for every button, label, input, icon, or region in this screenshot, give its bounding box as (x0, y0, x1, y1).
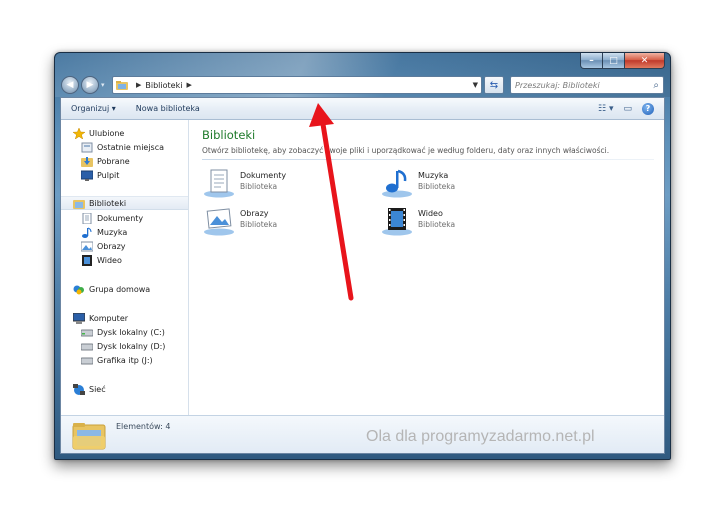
sidebar-item-drive-d[interactable]: Dysk lokalny (D:) (61, 339, 188, 353)
library-item-video[interactable]: Wideo Biblioteka (380, 206, 550, 238)
desktop-icon (81, 170, 93, 181)
watermark-text: Ola dla programyzadarmo.net.pl (366, 428, 595, 445)
content-pane: Biblioteki Otwórz bibliotekę, aby zobacz… (190, 120, 664, 415)
close-button[interactable]: ✕ (625, 53, 665, 69)
video-library-icon (382, 208, 412, 236)
sidebar-item-computer[interactable]: Komputer (61, 311, 188, 325)
sidebar-item-favorites[interactable]: Ulubione (61, 126, 188, 140)
library-type: Biblioteka (240, 220, 278, 229)
pictures-library-icon (204, 208, 234, 236)
explorer-body: Organizuj ▾ Nowa biblioteka ☷ ▾ ▭ ? Ulub… (60, 97, 665, 454)
sidebar-item-video[interactable]: Wideo (61, 253, 188, 267)
libraries-folder-icon (116, 81, 128, 90)
sidebar-item-desktop[interactable]: Pulpit (61, 168, 188, 182)
navigation-pane: Ulubione Ostatnie miejsca Pobrane Pulpit… (61, 120, 189, 415)
sidebar-item-label: Dysk lokalny (D:) (97, 341, 166, 351)
change-view-icon[interactable]: ☷ ▾ (598, 104, 613, 114)
caption-buttons: – □ ✕ (580, 53, 665, 69)
search-placeholder: Przeszukaj: Biblioteki (515, 80, 600, 90)
sidebar-item-label: Pobrane (97, 156, 130, 166)
sidebar-item-label: Biblioteki (89, 198, 127, 208)
recent-locations-dropdown-icon[interactable]: ▾ (101, 81, 109, 89)
forward-button[interactable]: ▶ (81, 76, 99, 94)
navigation-bar: ◀ ▶ ▾ ▶ Biblioteki ▶ ▼ ⇆ Przeszukaj: Bib… (61, 75, 664, 95)
sidebar-item-label: Sieć (89, 384, 106, 394)
sidebar-item-label: Obrazy (97, 241, 126, 251)
documents-icon (82, 212, 92, 224)
library-item-pictures[interactable]: Obrazy Biblioteka (202, 206, 372, 238)
sidebar-item-pictures[interactable]: Obrazy (61, 239, 188, 253)
address-history-dropdown-icon[interactable]: ▼ (473, 81, 478, 89)
search-icon[interactable]: ⌕ (653, 80, 659, 91)
network-icon (73, 383, 85, 395)
sidebar-item-label: Dokumenty (97, 213, 144, 223)
preview-pane-icon[interactable]: ▭ (623, 104, 632, 114)
back-arrow-icon: ◀ (66, 80, 74, 90)
sidebar-item-label: Muzyka (97, 227, 128, 237)
sidebar-item-label: Dysk lokalny (C:) (97, 327, 165, 337)
sidebar-item-drive-c[interactable]: Dysk lokalny (C:) (61, 325, 188, 339)
sidebar-item-label: Komputer (89, 313, 129, 323)
sidebar-item-drive-j[interactable]: Grafika itp (J:) (61, 353, 188, 367)
libraries-folder-icon (72, 423, 106, 450)
sidebar-item-label: Wideo (97, 255, 122, 265)
library-item-documents[interactable]: Dokumenty Biblioteka (202, 168, 372, 200)
sidebar-item-label: Grupa domowa (89, 284, 151, 294)
library-type: Biblioteka (240, 182, 278, 191)
search-input[interactable]: Przeszukaj: Biblioteki ⌕ (510, 76, 664, 94)
library-item-music[interactable]: Muzyka Biblioteka (380, 168, 550, 200)
new-library-button[interactable]: Nowa biblioteka (136, 104, 200, 113)
sidebar-item-downloads[interactable]: Pobrane (61, 154, 188, 168)
command-bar: Organizuj ▾ Nowa biblioteka ☷ ▾ ▭ ? (61, 98, 664, 120)
drive-icon (81, 357, 93, 364)
sidebar-item-libraries[interactable]: Biblioteki (61, 196, 188, 210)
help-icon[interactable]: ? (642, 102, 654, 115)
back-button[interactable]: ◀ (61, 76, 79, 94)
recent-places-icon (81, 142, 93, 152)
star-icon (73, 127, 85, 139)
sidebar-item-documents[interactable]: Dokumenty (61, 211, 188, 225)
sidebar-item-music[interactable]: Muzyka (61, 225, 188, 239)
sidebar-item-label: Pulpit (97, 170, 120, 180)
library-type: Biblioteka (418, 220, 456, 229)
homegroup-icon (73, 285, 84, 294)
library-name: Muzyka (418, 171, 449, 180)
sidebar-item-label: Ulubione (89, 128, 125, 138)
library-type: Biblioteka (418, 182, 456, 191)
music-icon (82, 227, 92, 238)
title-divider (202, 159, 654, 160)
forward-arrow-icon: ▶ (86, 80, 94, 90)
documents-library-icon (204, 169, 234, 198)
library-name: Dokumenty (240, 171, 287, 180)
minimize-button[interactable]: – (580, 53, 603, 69)
sidebar-item-network[interactable]: Sieć (61, 382, 188, 396)
sidebar-item-label: Ostatnie miejsca (97, 142, 165, 152)
refresh-button[interactable]: ⇆ (484, 76, 504, 94)
video-icon (82, 254, 92, 266)
breadcrumb-separator-icon[interactable]: ▶ (136, 81, 141, 89)
sidebar-item-homegroup[interactable]: Grupa domowa (61, 282, 188, 296)
library-name: Wideo (418, 209, 443, 218)
library-name: Obrazy (240, 209, 269, 218)
drive-icon (81, 343, 93, 350)
downloads-icon (81, 156, 93, 167)
breadcrumb-separator-icon[interactable]: ▶ (186, 81, 191, 89)
page-title: Biblioteki (202, 128, 256, 142)
maximize-button[interactable]: □ (603, 53, 625, 69)
sidebar-item-recent-places[interactable]: Ostatnie miejsca (61, 140, 188, 154)
item-count: Elementów: 4 (116, 422, 171, 431)
libraries-icon (73, 199, 85, 209)
drive-icon (81, 329, 93, 336)
page-description: Otwórz bibliotekę, aby zobaczyć swoje pl… (202, 146, 610, 155)
sidebar-item-label: Grafika itp (J:) (97, 355, 153, 365)
refresh-icon: ⇆ (489, 79, 499, 91)
breadcrumb-libraries[interactable]: Biblioteki (145, 81, 182, 90)
explorer-window: – □ ✕ ◀ ▶ ▾ ▶ Biblioteki ▶ ▼ ⇆ Przeszuka… (54, 52, 671, 460)
music-library-icon (382, 169, 412, 198)
address-bar[interactable]: ▶ Biblioteki ▶ ▼ (112, 76, 482, 94)
organize-button[interactable]: Organizuj ▾ (71, 104, 116, 113)
computer-icon (73, 312, 85, 324)
pictures-icon (81, 241, 93, 251)
